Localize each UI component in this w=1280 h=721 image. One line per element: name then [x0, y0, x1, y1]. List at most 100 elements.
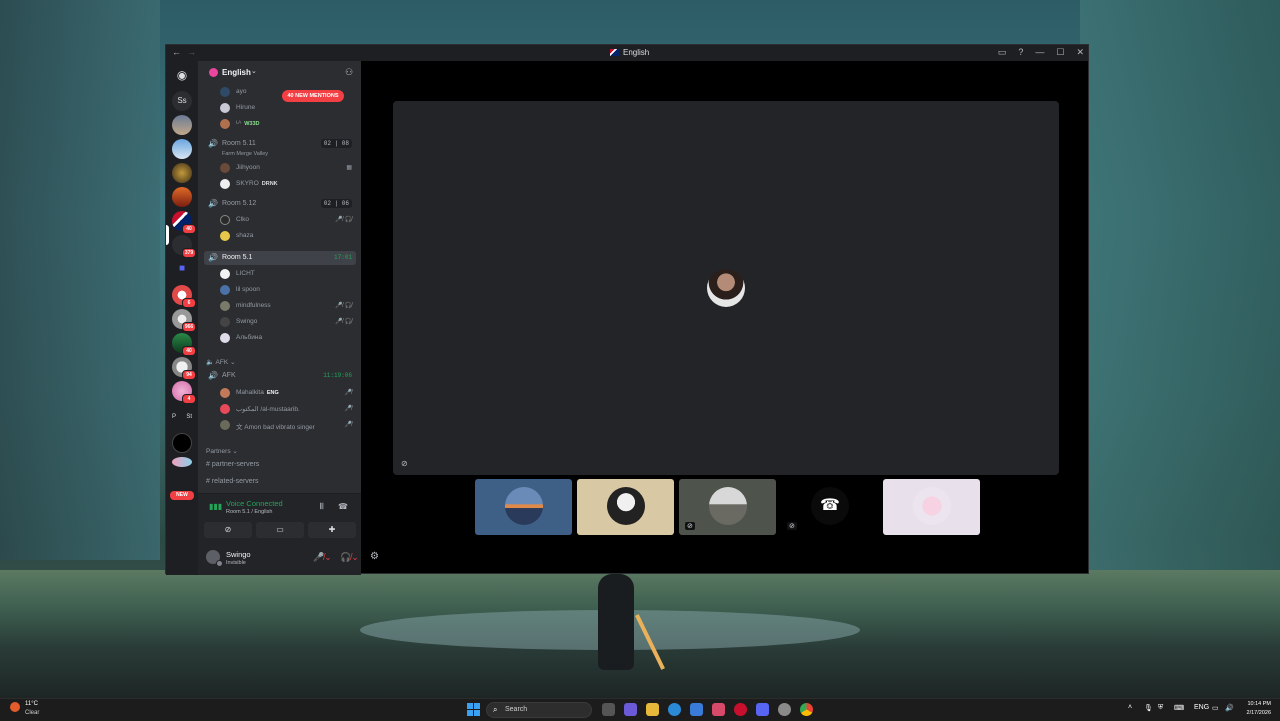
server-icon[interactable]	[172, 433, 192, 453]
server-icon[interactable]: 40	[172, 333, 196, 356]
server-icon[interactable]	[172, 457, 192, 467]
server-icon[interactable]: 966	[172, 309, 196, 332]
weather-temperature[interactable]: 11°C	[25, 701, 38, 707]
voice-user[interactable]: Clko 🎤̸ 🎧̸	[220, 213, 352, 227]
folder-icon[interactable]: ■	[172, 259, 192, 279]
settings-gear-icon[interactable]: ⚙	[370, 551, 379, 562]
clock-date[interactable]: 2/17/2026	[1241, 710, 1271, 716]
server-folder[interactable]: 379	[172, 235, 196, 258]
app-icon[interactable]	[778, 703, 791, 716]
voice-user[interactable]: Swingo 🎤̸ 🎧̸	[220, 315, 352, 329]
screen-share-button[interactable]: ▭	[256, 522, 304, 538]
server-ss[interactable]: Ss	[172, 91, 192, 111]
chrome-icon[interactable]	[800, 703, 813, 716]
app-icon[interactable]	[712, 703, 725, 716]
camera-button[interactable]: ⊘	[204, 522, 252, 538]
voice-user[interactable]: Mahalkita ENG 🎤̸	[220, 386, 352, 400]
invite-people-icon[interactable]: ⚇	[345, 67, 355, 77]
participant-tile[interactable]: ☎ ⊘	[781, 479, 878, 535]
participant-tile[interactable]	[577, 479, 674, 535]
voice-user[interactable]: lil spoon	[220, 283, 352, 297]
maximize-button[interactable]: ☐	[1056, 47, 1064, 58]
guild-header[interactable]: English ⌄ ⚇	[198, 61, 361, 85]
close-button[interactable]: ✕	[1076, 47, 1084, 58]
voice-location[interactable]: Room 5.1 / English	[226, 509, 272, 515]
voice-user[interactable]: Jiihyoon ▦	[220, 161, 352, 175]
voice-user[interactable]: ayo	[220, 85, 352, 99]
discord-icon[interactable]	[756, 703, 769, 716]
voice-user[interactable]: 文 Amon bad vibrato singer 🎤̸	[220, 418, 352, 432]
voice-user[interactable]: Альбина	[220, 331, 352, 345]
minimize-button[interactable]: —	[1035, 47, 1044, 58]
microphone-icon[interactable]: 🎙	[1144, 704, 1153, 712]
deafen-icon[interactable]: 🎧̸⌄	[340, 552, 359, 563]
voice-user[interactable]: Hirune	[220, 101, 352, 115]
participant-tile[interactable]: ⊘	[679, 479, 776, 535]
volume-icon[interactable]: 🔊	[1225, 704, 1234, 712]
category-afk[interactable]: 🔈 AFK ⌄	[206, 358, 235, 366]
chevron-up-icon[interactable]: ˄	[1128, 704, 1132, 711]
participant-tile[interactable]	[883, 479, 980, 535]
edge-icon[interactable]	[668, 703, 681, 716]
user-panel-name[interactable]: Swingo	[226, 550, 251, 559]
noise-suppression-icon[interactable]: 𝄃𝄃	[320, 502, 324, 512]
server-icon[interactable]: 94	[172, 357, 196, 380]
forward-arrow-icon[interactable]: →	[187, 47, 196, 57]
signal-icon[interactable]: ▮▮▮	[209, 502, 222, 511]
server-icon[interactable]	[172, 187, 192, 207]
weather-icon[interactable]	[10, 702, 20, 712]
category-partners[interactable]: Partners ⌄	[206, 447, 238, 455]
voice-user[interactable]: ᴸᴬ W33D	[220, 117, 352, 131]
voice-stage-focused-tile[interactable]: ⊘	[393, 101, 1059, 475]
server-english[interactable]: 40	[172, 211, 196, 234]
voice-user[interactable]: LICHT	[220, 267, 352, 281]
disconnect-icon[interactable]: ☎	[338, 502, 348, 511]
voice-channel-room-5-12[interactable]: 🔊 Room 5.12 02 | 06	[204, 197, 356, 211]
taskbar-search[interactable]: ⌕ Search	[486, 702, 592, 718]
discord-home-icon[interactable]: ◉	[172, 65, 192, 85]
voice-channel-room-5-1[interactable]: 🔊 Room 5.1 17:01	[204, 251, 356, 265]
server-folder-ps[interactable]: P St	[172, 407, 192, 427]
security-icon[interactable]: ⛨	[1158, 704, 1163, 712]
avatar	[220, 388, 230, 398]
voice-channel-afk[interactable]: 🔊 AFK 11:19:06	[204, 369, 356, 383]
server-icon[interactable]: 4	[172, 381, 196, 404]
store-icon[interactable]	[690, 703, 703, 716]
mention-badge: 379	[182, 248, 196, 258]
weather-condition[interactable]: Clear	[25, 710, 39, 716]
network-icon[interactable]: ▭	[1212, 704, 1219, 712]
title-bar: ← → English ▭ ? — ☐ ✕	[166, 45, 1088, 61]
uk-flag-icon	[610, 49, 619, 56]
activities-button[interactable]: ✚	[308, 522, 356, 538]
voice-channel-room-5-11[interactable]: 🔊 Room 5.11 02 | 08	[204, 137, 356, 151]
copilot-icon[interactable]	[624, 703, 637, 716]
participant-tile[interactable]	[475, 479, 572, 535]
text-channel-partner-servers[interactable]: # partner-servers	[206, 461, 259, 468]
mute-mic-icon[interactable]: 🎤̸⌄	[313, 552, 332, 563]
server-icon[interactable]: 6	[172, 285, 196, 308]
language-indicator[interactable]: ENG	[1194, 704, 1209, 711]
server-icon[interactable]	[172, 139, 192, 159]
new-badge[interactable]: NEW	[170, 491, 194, 500]
back-arrow-icon[interactable]: ←	[172, 47, 181, 57]
channel-timer: 17:01	[333, 254, 352, 261]
inbox-icon[interactable]: ▭	[998, 47, 1007, 58]
phone-icon: ☎	[811, 487, 849, 525]
start-button[interactable]	[467, 703, 480, 716]
task-view-icon[interactable]	[602, 703, 615, 716]
server-icon[interactable]	[172, 163, 192, 183]
keyboard-icon[interactable]: ⌨	[1174, 704, 1184, 712]
text-channel-related-servers[interactable]: # related-servers	[206, 478, 259, 485]
voice-user[interactable]: shaza	[220, 229, 352, 243]
voice-status[interactable]: Voice Connected	[226, 499, 283, 508]
voice-user[interactable]: SKYRO DRNK	[220, 177, 352, 191]
voice-user[interactable]: المكتوب /al-mustaarib. 🎤̸	[220, 402, 352, 416]
clock-time[interactable]: 10:14 PM	[1241, 701, 1271, 707]
file-explorer-icon[interactable]	[646, 703, 659, 716]
server-icon[interactable]	[172, 115, 192, 135]
opera-icon[interactable]	[734, 703, 747, 716]
voice-user[interactable]: mindfulness 🎤̸ 🎧̸	[220, 299, 352, 313]
help-icon[interactable]: ?	[1018, 47, 1023, 58]
user-name: ᴸᴬ W33D	[236, 120, 260, 127]
avatar	[220, 103, 230, 113]
